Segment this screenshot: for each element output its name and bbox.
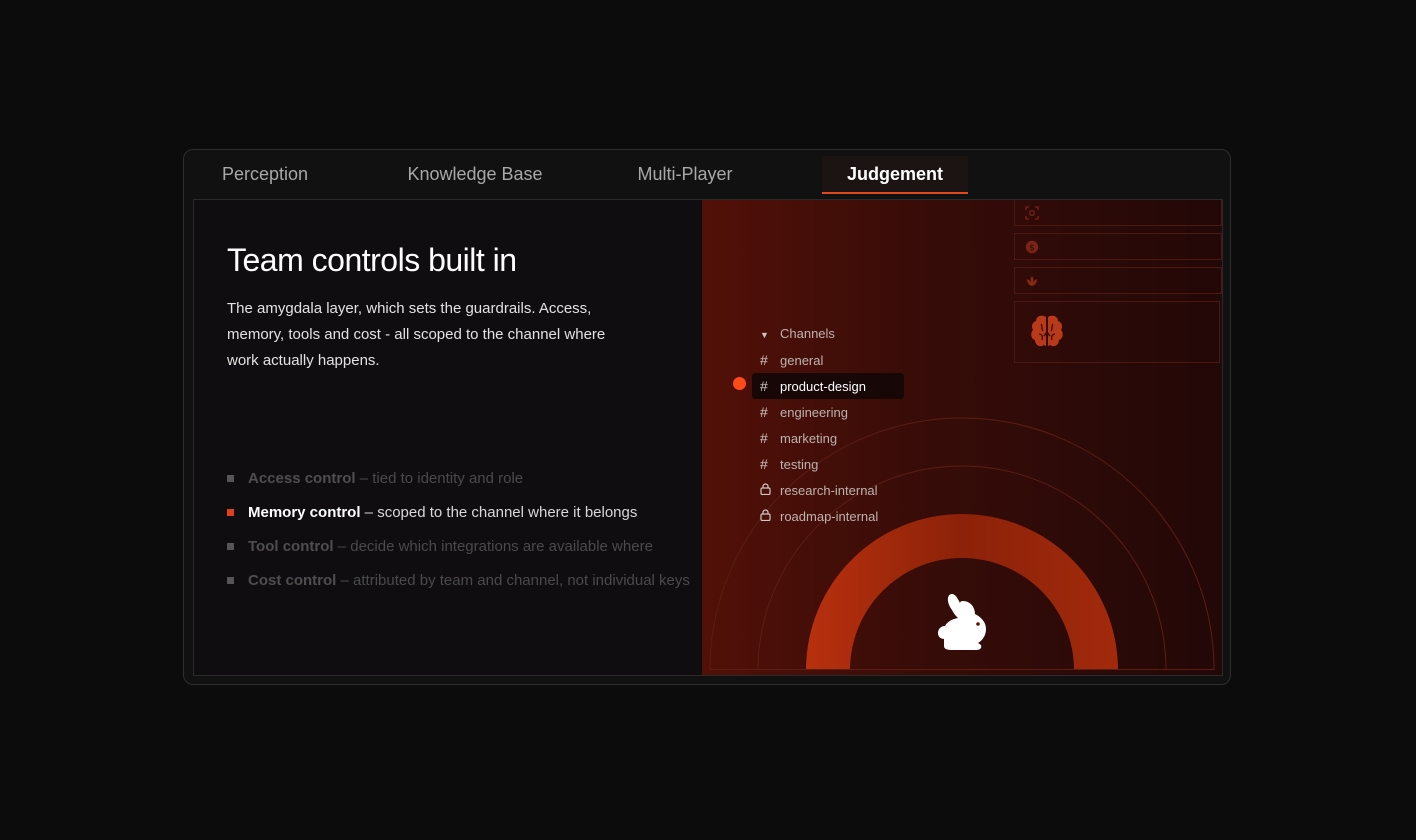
- channel-item-general[interactable]: # general: [760, 347, 823, 373]
- dollar-icon: $: [1025, 240, 1039, 254]
- channel-item-testing[interactable]: # testing: [760, 451, 818, 477]
- hash-icon: #: [760, 378, 768, 394]
- caret-down-icon: ▼: [760, 330, 769, 340]
- feature-name: Tool control: [248, 538, 334, 555]
- feature-name: Memory control: [248, 504, 361, 521]
- channel-name: engineering: [780, 405, 848, 420]
- lock-icon: [760, 503, 780, 529]
- square-bullet-icon: [227, 542, 234, 550]
- feature-detail: – scoped to the channel where it belongs: [360, 504, 638, 521]
- tab-bar: Perception Knowledge Base Multi-Player J…: [184, 150, 1230, 198]
- svg-text:$: $: [1029, 244, 1035, 254]
- description-pane: Team controls built in The amygdala laye…: [194, 200, 702, 675]
- square-bullet-icon: [227, 508, 234, 516]
- feature-name: Access control: [248, 470, 356, 487]
- feature-detail: – decide which integrations are availabl…: [333, 538, 653, 555]
- tab-perception[interactable]: Perception: [204, 156, 326, 192]
- channel-item-roadmap-internal[interactable]: roadmap-internal: [760, 503, 878, 529]
- tab-multi-player[interactable]: Multi-Player: [614, 156, 756, 192]
- active-indicator-dot: [733, 377, 746, 390]
- channel-item-product-design[interactable]: # product-design: [752, 373, 904, 399]
- lotus-icon: [1027, 276, 1037, 286]
- side-card-lotus[interactable]: [1014, 267, 1222, 294]
- tab-judgement[interactable]: Judgement: [822, 156, 968, 194]
- channel-name: product-design: [780, 379, 866, 394]
- channel-item-research-internal[interactable]: research-internal: [760, 477, 878, 503]
- face-scan-icon: [1025, 206, 1039, 220]
- brain-icon: [1031, 315, 1063, 347]
- side-card-brain[interactable]: [1014, 301, 1220, 363]
- hash-icon: #: [760, 404, 768, 420]
- square-bullet-icon: [227, 576, 234, 584]
- channel-name: testing: [780, 457, 819, 472]
- tab-panel: Team controls built in The amygdala laye…: [193, 199, 1223, 676]
- channel-item-engineering[interactable]: # engineering: [760, 399, 848, 425]
- feature-detail: – attributed by team and channel, not in…: [336, 572, 690, 589]
- channel-name: marketing: [780, 431, 838, 446]
- hash-icon: #: [760, 352, 768, 368]
- feature-tool-control[interactable]: Tool control – decide which integrations…: [227, 538, 653, 555]
- page-title: Team controls built in: [227, 242, 517, 278]
- channel-name: roadmap-internal: [780, 509, 879, 524]
- feature-cost-control[interactable]: Cost control – attributed by team and ch…: [227, 572, 690, 589]
- side-card-face-scan[interactable]: [1014, 200, 1222, 226]
- illustration-pane: ▼ Channels # general # product-design # engi…: [702, 200, 1222, 675]
- side-card-cost[interactable]: $: [1014, 233, 1222, 260]
- channel-name: general: [780, 353, 824, 368]
- square-bullet-icon: [227, 474, 234, 482]
- hash-icon: #: [760, 456, 768, 472]
- feature-access-control[interactable]: Access control – tied to identity and ro…: [227, 470, 523, 487]
- feature-memory-control[interactable]: Memory control – scoped to the channel w…: [227, 504, 637, 521]
- tab-knowledge-base[interactable]: Knowledge Base: [384, 156, 566, 192]
- feature-detail: – tied to identity and role: [355, 470, 524, 487]
- hash-icon: #: [760, 430, 768, 446]
- lock-icon: [760, 477, 780, 503]
- feature-name: Cost control: [248, 572, 337, 589]
- channel-name: research-internal: [780, 483, 878, 498]
- channels-header-label: Channels: [780, 326, 835, 341]
- channels-header[interactable]: ▼ Channels: [760, 321, 835, 347]
- feature-card: Perception Knowledge Base Multi-Player J…: [183, 149, 1231, 685]
- channel-item-marketing[interactable]: # marketing: [760, 425, 837, 451]
- page-description: The amygdala layer, which sets the guard…: [227, 300, 606, 369]
